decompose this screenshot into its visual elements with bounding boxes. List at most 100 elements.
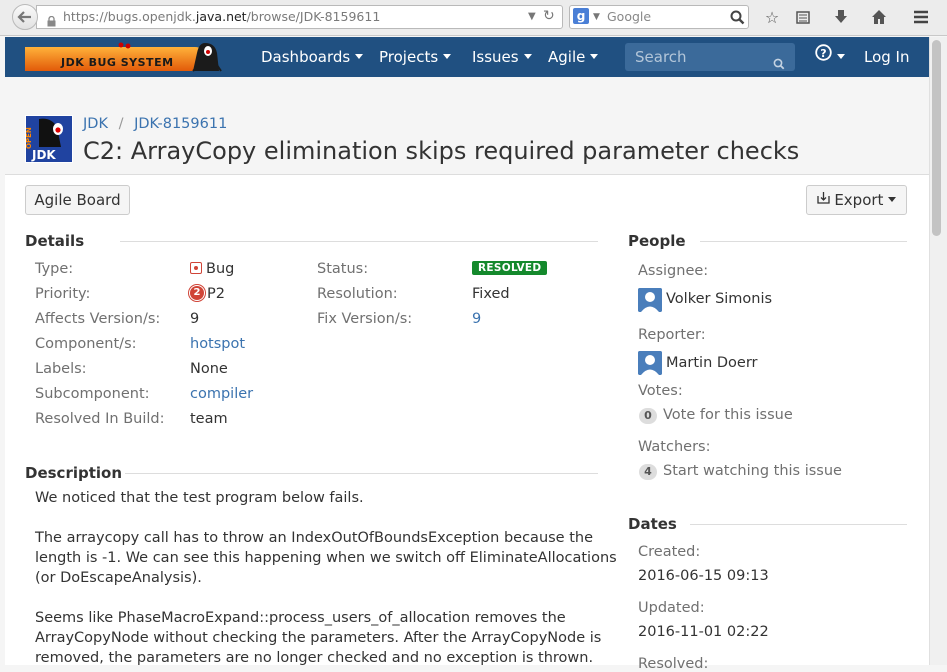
component-link[interactable]: hotspot [190,336,245,352]
jdk-bug-system-logo[interactable]: JDK BUG SYSTEM [25,41,231,73]
nav-agile-label: Agile [548,48,586,66]
description-line: (or DoEscapeAnalysis). [35,570,202,586]
created-label: Created: [638,544,701,560]
nav-issues-label: Issues [472,48,519,66]
chevron-down-icon [837,54,845,59]
resolved-build-label: Resolved In Build: [35,411,165,427]
magnifier-icon[interactable] [730,10,745,32]
description-rule [125,473,598,474]
votes-count-badge: 0 [639,408,657,424]
resolved-label: Resolved: [638,656,709,672]
nav-issues[interactable]: Issues [472,37,532,77]
dropdown-arrow-icon[interactable]: ▼ [528,6,536,28]
priority-p2-icon: 2 [190,285,204,300]
status-badge: RESOLVED [472,261,548,275]
url-prefix: https://bugs.openjdk. [63,9,196,24]
priority-value: 2 P2 [190,285,225,302]
back-button[interactable] [12,4,38,30]
export-button[interactable]: Export [806,185,907,215]
quick-search-input[interactable]: Search [625,43,795,71]
updated-label: Updated: [638,600,705,616]
reporter-label: Reporter: [638,327,706,343]
lock-icon [47,12,56,27]
engine-dropdown-icon[interactable]: ▼ [593,6,600,28]
help-menu[interactable]: ? [815,37,845,77]
reading-list-icon[interactable] [791,5,815,29]
people-heading: People [628,232,686,250]
reporter-name[interactable]: Martin Doerr [666,355,758,371]
vote-link[interactable]: Vote for this issue [663,407,793,423]
address-bar[interactable]: https://bugs.openjdk.java.net/browse/JDK… [36,5,563,29]
subcomponent-label: Subcomponent: [35,386,150,402]
labels-label: Labels: [35,361,87,377]
details-rule [120,241,598,242]
reload-icon[interactable]: ↻ [543,5,555,27]
status-label: Status: [317,261,369,277]
chevron-down-icon [443,54,452,59]
fix-version-link[interactable]: 9 [472,311,481,327]
subcomponent-link[interactable]: compiler [190,386,253,402]
nav-agile[interactable]: Agile [548,37,599,77]
home-icon[interactable] [867,5,891,29]
bookmark-star-icon[interactable]: ☆ [760,5,784,29]
description-paragraph: The arraycopy call has to throw an Index… [35,528,617,588]
resolved-build-value: team [190,411,228,427]
resolution-label: Resolution: [317,286,398,302]
breadcrumb-project[interactable]: JDK [83,116,108,132]
description-line: The arraycopy call has to throw an Index… [35,530,594,546]
resolution-value: Fixed [472,286,510,302]
description-line: We noticed that the test program below f… [35,490,364,506]
url-host: java.net [195,9,247,24]
nav-projects-label: Projects [379,48,439,66]
breadcrumb: JDK / JDK-8159611 [83,116,228,132]
chevron-down-icon [355,54,364,59]
dates-heading: Dates [628,515,677,533]
agile-board-button[interactable]: Agile Board [25,185,130,215]
google-icon: g [573,8,589,24]
question-circle-icon: ? [815,36,832,76]
description-heading: Description [25,464,123,482]
updated-value: 2016-11-01 02:22 [638,624,769,640]
quick-search-placeholder: Search [635,48,687,66]
nav-dashboards[interactable]: Dashboards [261,37,364,77]
menu-icon[interactable] [909,5,933,29]
type-label: Type: [35,261,74,277]
description-body: We noticed that the test program below f… [35,488,617,668]
issue-title: C2: ArrayCopy elimination skips required… [83,137,800,165]
scrollbar-thumb[interactable] [932,40,941,236]
assignee-avatar [638,288,662,312]
chevron-down-icon [523,54,532,59]
component-label: Component/s: [35,336,137,352]
watch-link[interactable]: Start watching this issue [663,463,842,479]
votes-label: Votes: [638,383,683,399]
priority-text: P2 [207,286,225,302]
affects-version-label: Affects Version/s: [35,311,161,327]
download-icon[interactable] [829,5,853,29]
svg-text:?: ? [820,47,826,60]
breadcrumb-issue-key[interactable]: JDK-8159611 [134,116,227,132]
assignee-name[interactable]: Volker Simonis [666,291,772,307]
nav-projects[interactable]: Projects [379,37,452,77]
description-paragraph: We noticed that the test program below f… [35,488,605,508]
reporter-avatar [638,351,662,375]
login-link[interactable]: Log In [864,37,910,77]
search-icon [773,51,785,79]
browser-search-placeholder: Google [607,9,652,24]
type-value: Bug [190,261,234,277]
type-text: Bug [206,261,235,277]
nav-dashboards-label: Dashboards [261,48,351,66]
watchers-label: Watchers: [638,439,711,455]
labels-value: None [190,361,228,377]
description-line: Seems like PhaseMacroExpand::process_use… [35,610,566,626]
description-paragraph: Seems like PhaseMacroExpand::process_use… [35,608,605,668]
created-value: 2016-06-15 09:13 [638,568,769,584]
dates-rule [690,524,907,525]
svg-text:JDK BUG SYSTEM: JDK BUG SYSTEM [60,56,174,69]
back-arrow-icon [17,11,31,23]
fix-version-label: Fix Version/s: [317,311,413,327]
avatar-open-text: OPEN [25,127,33,149]
export-icon [816,185,830,213]
chevron-down-icon [888,197,897,202]
browser-search-bar[interactable]: g ▼ Google [569,5,749,29]
avatar-jdk-text: JDK [31,148,56,162]
